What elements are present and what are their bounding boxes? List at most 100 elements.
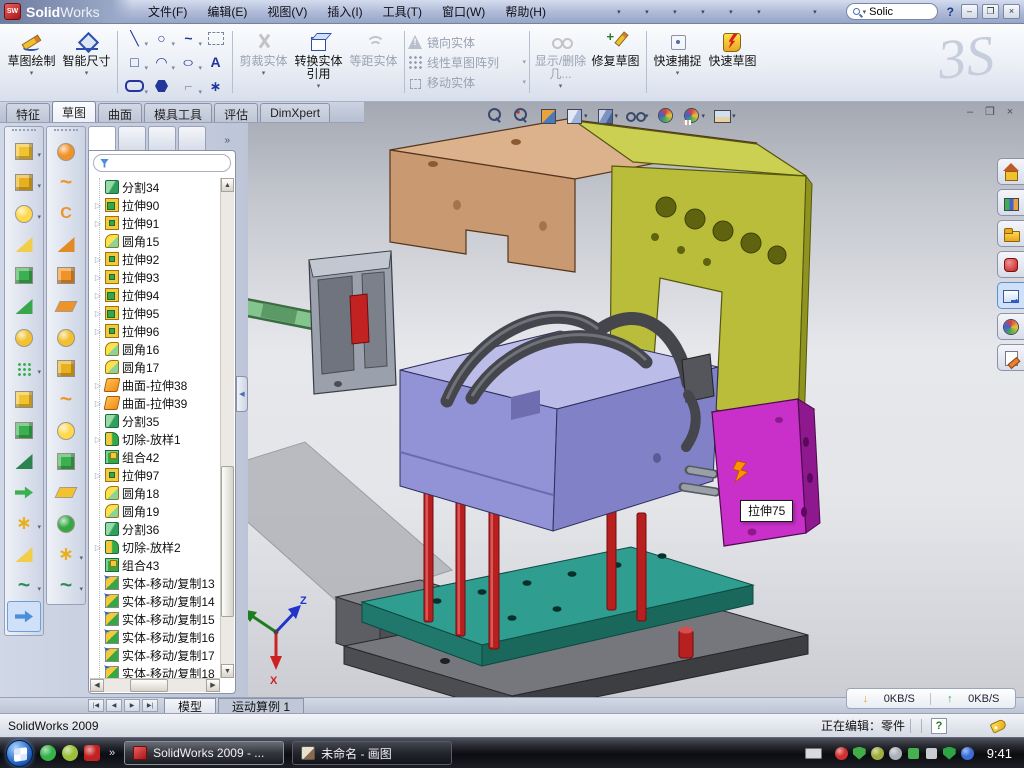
tree-vertical-scrollbar[interactable]: ▲ ▼	[220, 178, 234, 678]
print-icon[interactable]	[682, 3, 700, 20]
chevron-down-icon[interactable]: ▾	[615, 112, 619, 120]
reference-point-2-icon[interactable]	[49, 539, 83, 570]
menu-item[interactable]: 帮助(H)	[495, 0, 556, 23]
chevron-down-icon[interactable]: ▾	[702, 112, 706, 120]
model-selected-block[interactable]	[712, 399, 820, 546]
graphics-viewport[interactable]: Y Z X ▾ ▾	[248, 102, 1024, 697]
design-library-icon[interactable]	[997, 189, 1024, 216]
expand-arrow-icon[interactable]	[94, 255, 102, 264]
smart-dimension-button[interactable]: 智能尺寸 ▾	[59, 26, 114, 98]
next-tab-button[interactable]	[124, 699, 140, 712]
move-body-icon[interactable]	[7, 477, 41, 508]
rib-icon[interactable]	[7, 384, 41, 415]
file-explorer-icon[interactable]	[997, 220, 1024, 247]
menu-item[interactable]: 插入(I)	[317, 0, 372, 23]
edit-appearance-icon[interactable]: ▾	[656, 107, 675, 125]
feature-tree-item[interactable]: 组合43	[91, 556, 220, 574]
expand-arrow-icon[interactable]	[94, 291, 102, 300]
feature-tree-item[interactable]: 拉伸93	[91, 268, 220, 286]
planar-surface-icon[interactable]	[49, 291, 83, 322]
selection-filter-icon[interactable]	[822, 3, 840, 20]
menu-item[interactable]: 工具(T)	[373, 0, 432, 23]
mid-surface-icon[interactable]	[49, 446, 83, 477]
language-keyboard-icon[interactable]	[805, 748, 822, 759]
feature-tree-item[interactable]: 实体-移动/复制13	[91, 574, 220, 592]
previous-tab-button[interactable]	[106, 699, 122, 712]
expand-arrow-icon[interactable]	[94, 219, 102, 228]
doc-restore-button[interactable]: ❐	[982, 106, 998, 120]
feature-tree-item[interactable]: 分割34	[91, 178, 220, 196]
scroll-thumb[interactable]	[221, 466, 234, 617]
feature-tree-item[interactable]: 圆角15	[91, 232, 220, 250]
scroll-left-arrow[interactable]: ◀	[90, 679, 104, 692]
linear-sketch-pattern-button[interactable]: 线性草图阵列	[408, 54, 526, 71]
messenger-icon[interactable]	[40, 745, 56, 761]
rectangle-icon[interactable]: □	[121, 50, 148, 74]
freeform-icon[interactable]	[49, 322, 83, 353]
menu-item[interactable]: 编辑(E)	[197, 0, 257, 23]
health-shield-icon[interactable]	[943, 747, 956, 760]
rebuild-icon[interactable]	[766, 3, 784, 20]
options-icon[interactable]	[794, 3, 812, 20]
dimxpertmanager-tab[interactable]	[178, 126, 206, 150]
tag-icon[interactable]	[990, 718, 1008, 733]
3d-model[interactable]: Y Z X	[248, 102, 1024, 697]
rapid-sketch-button[interactable]: 快速草图	[705, 26, 760, 98]
model-stop-pin[interactable]	[679, 630, 693, 658]
feature-tree-item[interactable]: 实体-移动/复制18	[91, 664, 220, 678]
selection-box-icon[interactable]	[202, 26, 229, 50]
view-settings-icon[interactable]: ▾	[712, 107, 736, 125]
zoom-fit-icon[interactable]: ▾	[486, 107, 505, 125]
quick-tips-button[interactable]: ?	[931, 718, 947, 734]
toolbar-grip[interactable]	[54, 129, 78, 134]
model-slide-insert[interactable]	[309, 251, 396, 394]
document-tab[interactable]: 模型	[164, 698, 216, 713]
view-orientation-icon[interactable]: ▾	[564, 107, 588, 125]
scroll-down-arrow[interactable]: ▼	[221, 664, 234, 678]
fillet-surface-icon[interactable]	[49, 508, 83, 539]
feature-tree-item[interactable]: 拉伸92	[91, 250, 220, 268]
appearances-scenes-icon[interactable]	[997, 313, 1024, 340]
menu-item[interactable]: 视图(V)	[257, 0, 317, 23]
reference-plane-icon[interactable]	[7, 539, 41, 570]
view-palette-icon[interactable]	[997, 282, 1024, 309]
expand-arrow-icon[interactable]	[94, 399, 102, 408]
scroll-thumb[interactable]	[130, 679, 169, 692]
feature-tree-item[interactable]: 拉伸90	[91, 196, 220, 214]
feature-tree-item[interactable]: 实体-移动/复制15	[91, 610, 220, 628]
expand-arrow-icon[interactable]	[94, 327, 102, 336]
expand-arrow-icon[interactable]	[94, 435, 102, 444]
knit-surface-icon[interactable]	[49, 415, 83, 446]
extruded-boss-icon[interactable]	[7, 136, 41, 167]
trim-surface-icon[interactable]	[49, 198, 83, 229]
feature-tree-item[interactable]: 组合42	[91, 448, 220, 466]
delete-face-icon[interactable]	[49, 353, 83, 384]
minimize-button[interactable]: –	[961, 4, 978, 19]
propertymanager-tab[interactable]	[118, 126, 146, 150]
feature-tree-item[interactable]: 实体-移动/复制16	[91, 628, 220, 646]
fillet-icon[interactable]	[7, 198, 41, 229]
undo-icon[interactable]	[710, 3, 728, 20]
expand-arrow-icon[interactable]	[94, 273, 102, 282]
solidworks-search-icon[interactable]	[997, 251, 1024, 278]
spline-tool-icon[interactable]	[49, 570, 83, 601]
feature-tree-item[interactable]: 圆角16	[91, 340, 220, 358]
mirror-entities-button[interactable]: 镜向实体	[408, 34, 526, 51]
help-button[interactable]: ?	[944, 5, 957, 19]
ribbon-tab[interactable]: 模具工具	[144, 103, 212, 122]
scroll-track[interactable]	[221, 192, 234, 664]
toolbar-grip[interactable]	[12, 129, 36, 134]
scroll-right-arrow[interactable]: ▶	[206, 679, 220, 692]
lofted-surface-icon[interactable]	[49, 229, 83, 260]
arc-icon[interactable]: ◠	[148, 50, 175, 74]
quick-snaps-button[interactable]: 快速捕捉 ▾	[650, 26, 705, 98]
feature-tree-item[interactable]: 拉伸96	[91, 322, 220, 340]
feature-tree-item[interactable]: 分割35	[91, 412, 220, 430]
combine-icon[interactable]	[7, 415, 41, 446]
trim-entities-button[interactable]: 剪裁实体 ▾	[236, 26, 291, 98]
tree-horizontal-scrollbar[interactable]: ◀ ▶	[90, 678, 220, 692]
solidworks-resources-icon[interactable]	[997, 158, 1024, 185]
panel-splitter[interactable]	[236, 126, 248, 694]
chevron-down-icon[interactable]: ▾	[584, 112, 588, 120]
feature-tree-item[interactable]: 曲面-拉伸39	[91, 394, 220, 412]
